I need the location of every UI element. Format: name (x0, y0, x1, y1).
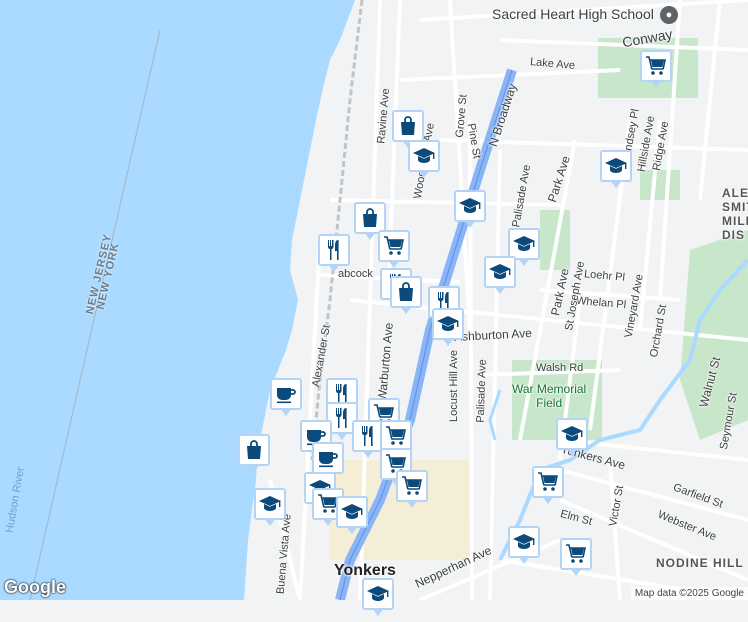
shopping-cart-icon (560, 538, 592, 570)
marker-pointer (566, 448, 578, 456)
neighborhood-label-nodine-hill: NODINE HILL (656, 556, 744, 570)
marker-pointer (464, 220, 476, 228)
school-icon (362, 578, 394, 610)
marker-pointer (322, 518, 334, 526)
shopping-cart-icon (532, 466, 564, 498)
shopping-cart-marker[interactable] (396, 470, 428, 514)
street-label-palisade-ave-south: Palisade Ave (474, 359, 489, 423)
marker-pointer (364, 232, 376, 240)
marker-pointer (406, 500, 418, 508)
street-label-walsh-rd: Walsh Rd (536, 362, 584, 374)
marker-pointer (336, 432, 348, 440)
coffee-icon (312, 442, 344, 474)
school-icon (432, 308, 464, 340)
school-marker[interactable] (336, 496, 368, 540)
school-marker[interactable] (600, 150, 632, 194)
marker-pointer (518, 556, 530, 564)
shopping-cart-icon (378, 230, 410, 262)
school-marker[interactable] (254, 488, 286, 532)
school-marker[interactable] (432, 308, 464, 352)
coffee-icon (270, 378, 302, 410)
marker-pointer (328, 264, 340, 272)
map-attribution[interactable]: Map data ©2025 Google (630, 587, 748, 600)
shopping-bag-marker[interactable] (238, 434, 270, 478)
street-label-locust-hill-ave: Locust Hill Ave (447, 350, 460, 422)
school-icon (408, 140, 440, 172)
school-marker[interactable] (556, 418, 588, 462)
restaurant-marker[interactable] (318, 234, 350, 278)
marker-pointer (518, 258, 530, 266)
shopping-bag-marker[interactable] (390, 276, 422, 320)
google-logo: Google (4, 577, 66, 597)
neighborhood-label-alexander-smith: ALEX SMITH MILLS DIS (722, 186, 748, 242)
shopping-bag-icon (238, 434, 270, 466)
marker-pointer (442, 338, 454, 346)
marker-pointer (610, 180, 622, 188)
school-icon (508, 526, 540, 558)
marker-pointer (388, 260, 400, 268)
shopping-cart-marker[interactable] (560, 538, 592, 582)
marker-pointer (650, 80, 662, 88)
park-area (640, 170, 680, 200)
school-poi-icon[interactable]: ● (660, 6, 678, 24)
marker-pointer (418, 170, 430, 178)
marker-pointer (248, 464, 260, 472)
school-icon (254, 488, 286, 520)
shopping-cart-marker[interactable] (532, 466, 564, 510)
school-icon (600, 150, 632, 182)
restaurant-icon (318, 234, 350, 266)
school-marker[interactable] (408, 140, 440, 184)
park-label-war-memorial-field[interactable]: War Memorial Field (512, 382, 586, 410)
marker-pointer (264, 518, 276, 526)
school-icon (336, 496, 368, 528)
school-marker[interactable] (508, 526, 540, 570)
school-icon (454, 190, 486, 222)
school-marker[interactable] (362, 578, 394, 622)
shopping-cart-icon (396, 470, 428, 502)
poi-label-sacred-heart[interactable]: Sacred Heart High School (492, 6, 654, 22)
coffee-marker[interactable] (270, 378, 302, 422)
shopping-cart-icon (640, 50, 672, 82)
shopping-bag-icon (390, 276, 422, 308)
shopping-bag-icon (392, 110, 424, 142)
school-marker[interactable] (484, 256, 516, 300)
marker-pointer (346, 526, 358, 534)
marker-pointer (494, 286, 506, 294)
shopping-cart-marker[interactable] (640, 50, 672, 94)
school-icon (484, 256, 516, 288)
marker-pointer (570, 568, 582, 576)
marker-pointer (280, 408, 292, 416)
marker-pointer (400, 306, 412, 314)
school-marker[interactable] (454, 190, 486, 234)
marker-pointer (362, 450, 374, 458)
marker-pointer (372, 608, 384, 616)
marker-pointer (542, 496, 554, 504)
school-icon (556, 418, 588, 450)
